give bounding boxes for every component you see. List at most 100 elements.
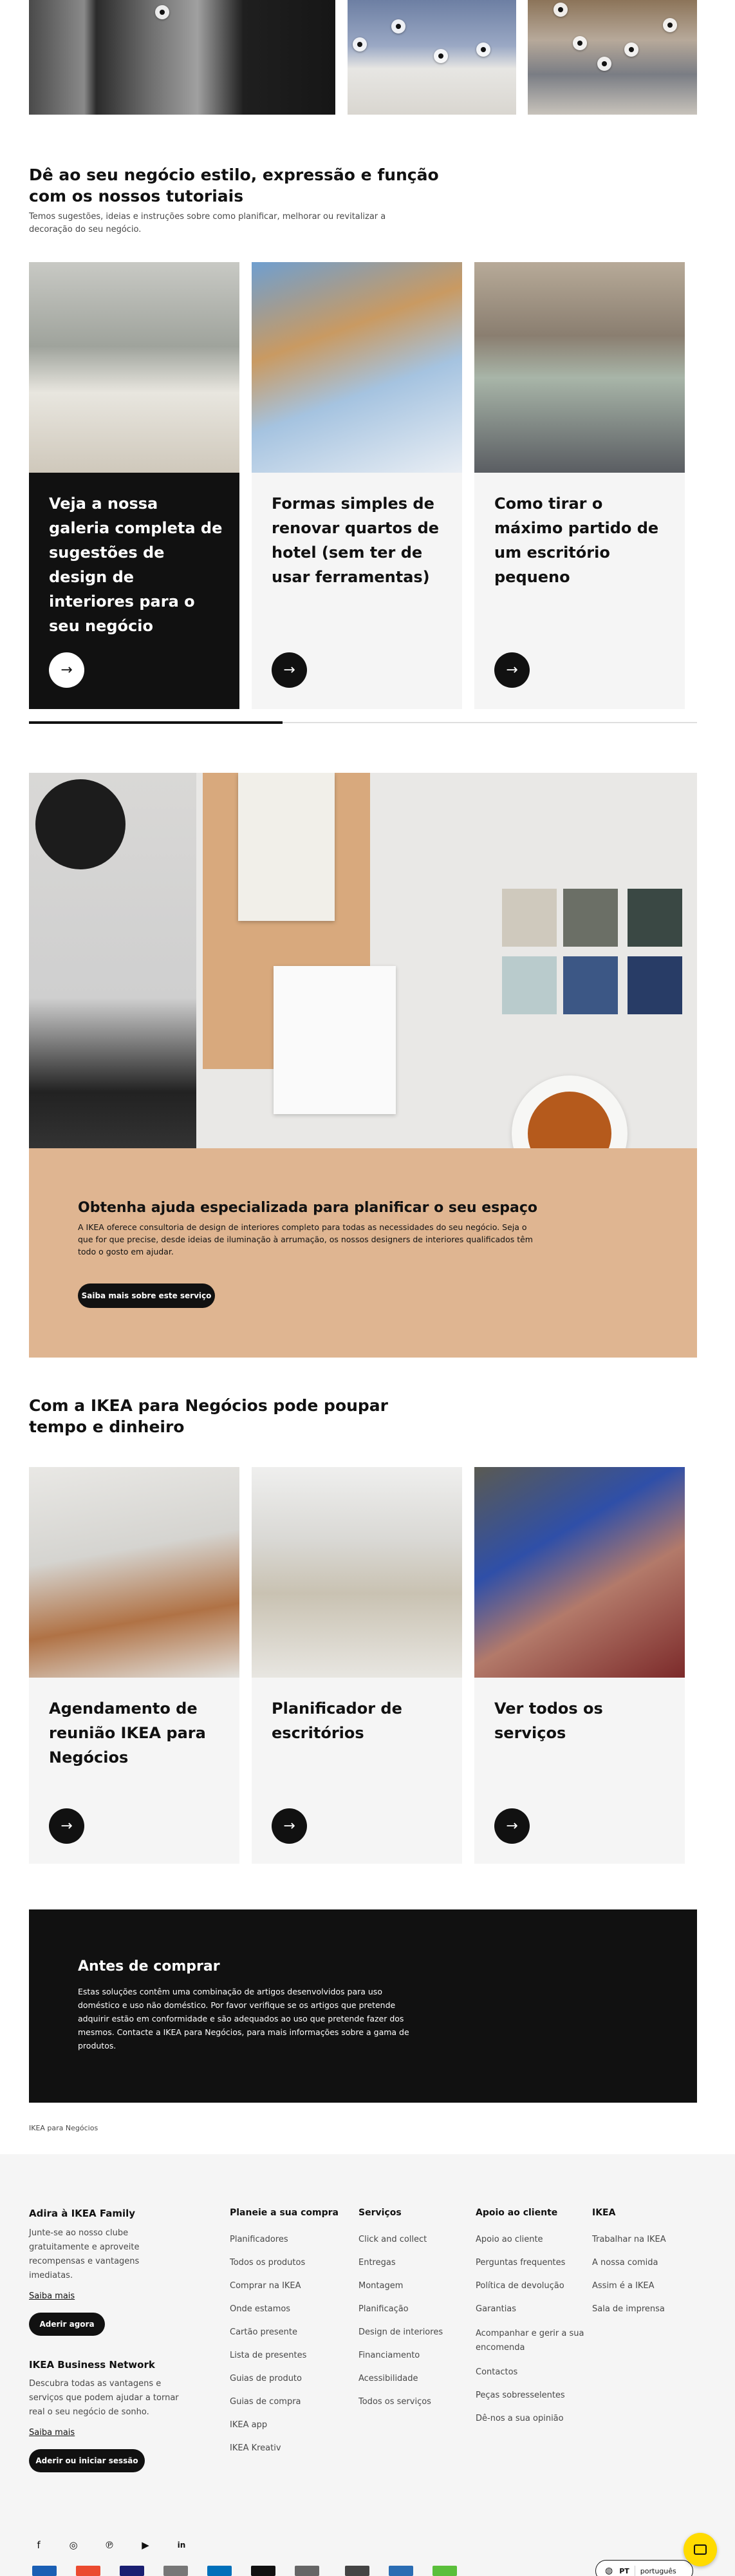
card-title: Ver todos os serviços [494, 1700, 603, 1742]
arrow-right-icon[interactable]: → [49, 1808, 84, 1844]
footer-link[interactable]: Todos os produtos [230, 2257, 339, 2269]
footer-link[interactable]: Guias de produto [230, 2373, 339, 2385]
service-card[interactable]: Ver todos os serviços → [474, 1467, 685, 1864]
footer-link[interactable]: Contactos [476, 2367, 585, 2378]
mbway-icon [345, 2566, 369, 2576]
service-card[interactable]: Planificador de escritórios → [252, 1467, 462, 1864]
footer-link[interactable]: Trabalhar na IKEA [592, 2234, 702, 2246]
hotspot-dot[interactable] [573, 36, 587, 50]
footer-col-plan: Planeie a sua compra Planificadores Todo… [230, 2208, 339, 2466]
hotspot-dot[interactable] [554, 3, 568, 17]
footer-link[interactable]: Assim é a IKEA [592, 2280, 702, 2292]
linkedin-icon[interactable]: in [175, 2539, 188, 2552]
arrow-right-icon[interactable]: → [272, 652, 307, 688]
footer-link[interactable]: Comprar na IKEA [230, 2280, 339, 2292]
cofidis-icon [433, 2566, 457, 2576]
tutorial-card[interactable]: Formas simples de renovar quartos de hot… [252, 262, 462, 709]
footer-link[interactable]: Apoio ao cliente [476, 2234, 585, 2246]
hotspot-dot[interactable] [155, 5, 169, 19]
payment-card-icon [32, 2566, 57, 2576]
hotspot-dot[interactable] [663, 18, 677, 32]
footer-link[interactable]: IKEA app [230, 2420, 339, 2431]
breadcrumb[interactable]: IKEA para Negócios [29, 2124, 98, 2132]
footer-col-services: Serviços Click and collect Entregas Mont… [358, 2208, 461, 2420]
card-image [474, 1467, 685, 1678]
footer-link[interactable]: Acompanhar e gerir a sua encomenda [476, 2327, 585, 2355]
footer-link[interactable]: Sala de imprensa [592, 2304, 702, 2315]
arrow-right-icon[interactable]: → [49, 652, 84, 688]
footer-link[interactable]: Click and collect [358, 2234, 461, 2246]
footer-link[interactable]: Guias de compra [230, 2396, 339, 2408]
language-code: PT [619, 2566, 629, 2575]
hotspot-dot[interactable] [597, 57, 611, 71]
footer-link[interactable]: Peças sobresselentes [476, 2390, 585, 2401]
business-login-button[interactable]: Aderir ou iniciar sessão [29, 2449, 145, 2472]
before-buy-panel: Antes de comprar Estas soluções contêm u… [29, 1909, 697, 2103]
paypal-icon [207, 2566, 232, 2576]
carousel-scrollbar[interactable] [29, 721, 697, 724]
footer-link[interactable]: Planificadores [230, 2234, 339, 2246]
arrow-right-icon[interactable]: → [272, 1808, 307, 1844]
top-image-bedroom[interactable] [29, 0, 335, 115]
visa-icon [120, 2566, 144, 2576]
top-image-office[interactable] [528, 0, 697, 115]
join-family-button[interactable]: Aderir agora [29, 2313, 105, 2336]
language-selector[interactable]: ◍ PT português [595, 2560, 693, 2576]
card-image [474, 262, 685, 473]
hotspot-dot[interactable] [353, 37, 367, 52]
footer-link[interactable]: Financiamento [358, 2350, 461, 2362]
youtube-icon[interactable]: ▶ [139, 2539, 152, 2552]
arrow-right-icon[interactable]: → [494, 652, 530, 688]
service-card[interactable]: Agendamento de reunião IKEA para Negócio… [29, 1467, 239, 1864]
multibanco-icon [163, 2566, 188, 2576]
card-title: Planificador de escritórios [272, 1700, 402, 1742]
footer-link[interactable]: Garantias [476, 2304, 585, 2315]
footer-link[interactable]: IKEA Kreativ [230, 2443, 339, 2454]
footer-link[interactable]: Design de interiores [358, 2327, 461, 2338]
card-title: Veja a nossa galeria completa de sugestõ… [49, 495, 223, 635]
arrow-right-icon[interactable]: → [494, 1808, 530, 1844]
globe-icon: ◍ [605, 2566, 613, 2576]
chat-button[interactable] [684, 2533, 717, 2566]
footer-link[interactable]: Planificação [358, 2304, 461, 2315]
ikea-card-icon [389, 2566, 413, 2576]
tutorial-card[interactable]: Veja a nossa galeria completa de sugestõ… [29, 262, 239, 709]
footer-link[interactable]: Acessibilidade [358, 2373, 461, 2385]
pinterest-icon[interactable]: ℗ [103, 2539, 116, 2552]
mastercard-icon [76, 2566, 100, 2576]
instagram-icon[interactable]: ◎ [67, 2539, 80, 2552]
business-learn-more-link[interactable]: Saiba mais [29, 2427, 75, 2439]
footer-link[interactable]: Todos os serviços [358, 2396, 461, 2408]
facebook-icon[interactable]: f [32, 2539, 45, 2552]
carousel-scrollbar-thumb[interactable] [29, 721, 283, 724]
hotspot-dot[interactable] [476, 43, 490, 57]
family-learn-more-link[interactable]: Saiba mais [29, 2291, 75, 2302]
services-title: Com a IKEA para Negócios pode poupar tem… [29, 1396, 389, 1436]
chat-icon [694, 2544, 707, 2555]
footer-link[interactable]: Entregas [358, 2257, 461, 2269]
expert-learn-more-button[interactable]: Saiba mais sobre este serviço [78, 1283, 215, 1308]
apple-pay-icon [251, 2566, 275, 2576]
footer-link[interactable]: Cartão presente [230, 2327, 339, 2338]
footer-col-ikea: IKEA Trabalhar na IKEA A nossa comida As… [592, 2208, 702, 2327]
expert-text: A IKEA oferece consultoria de design de … [78, 1222, 533, 1256]
footer-link[interactable]: Montagem [358, 2280, 461, 2292]
page: Dê ao seu negócio estilo, expressão e fu… [0, 0, 735, 2576]
family-title: Adira à IKEA Family [29, 2208, 136, 2219]
top-image-shop[interactable] [348, 0, 516, 115]
tutorial-card[interactable]: Como tirar o máximo partido de um escrit… [474, 262, 685, 709]
card-image [252, 1467, 462, 1678]
footer-link[interactable]: Lista de presentes [230, 2350, 339, 2362]
expert-image [29, 773, 697, 1148]
tutorials-subtitle: Temos sugestões, ideias e instruções sob… [29, 212, 386, 234]
hotspot-dot[interactable] [391, 19, 405, 33]
footer-link[interactable]: A nossa comida [592, 2257, 702, 2269]
hotspot-dot[interactable] [624, 43, 638, 57]
footer-link[interactable]: Perguntas frequentes [476, 2257, 585, 2269]
google-pay-icon [295, 2566, 319, 2576]
expert-panel: Obtenha ajuda especializada para planifi… [29, 1148, 697, 1358]
hotspot-dot[interactable] [434, 49, 448, 63]
footer-link[interactable]: Política de devolução [476, 2280, 585, 2292]
footer-link[interactable]: Onde estamos [230, 2304, 339, 2315]
footer-link[interactable]: Dê-nos a sua opinião [476, 2413, 585, 2425]
